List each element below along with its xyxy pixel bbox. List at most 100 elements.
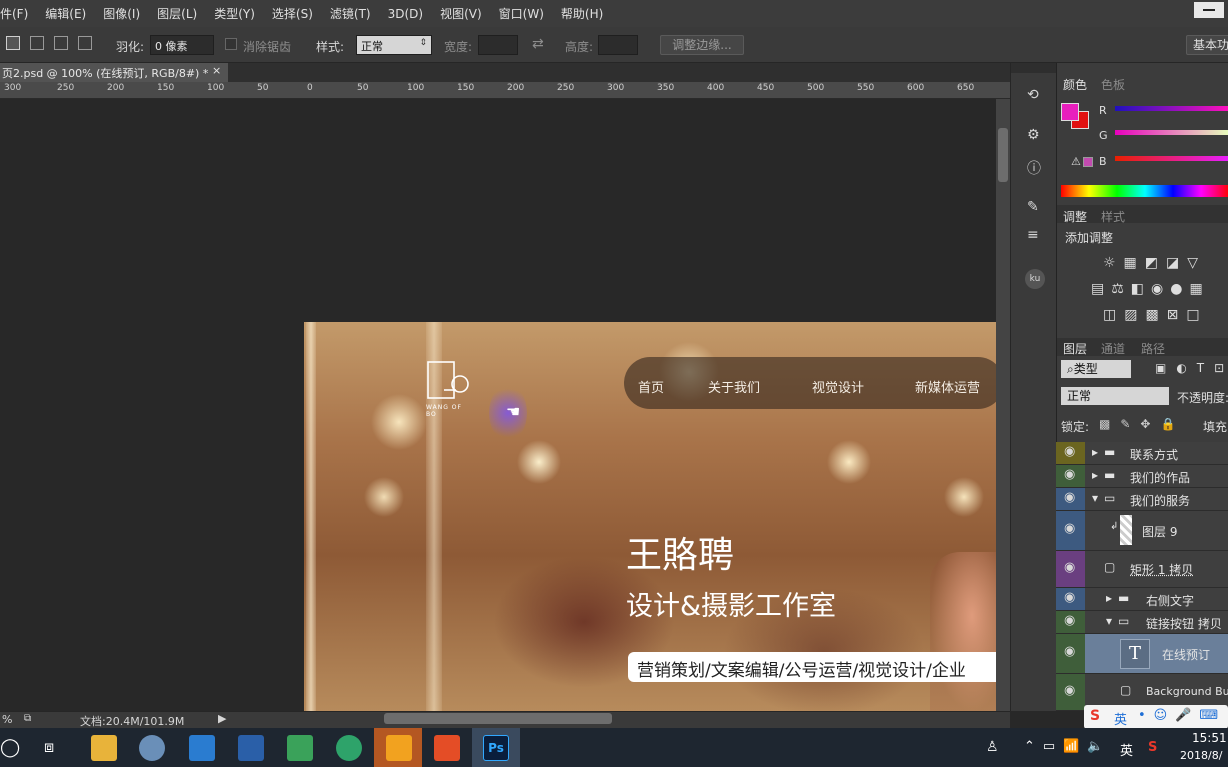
menu-filter[interactable]: 滤镜(T) [330,5,371,22]
close-icon[interactable]: × [212,64,221,77]
adjust-icon[interactable]: ≡ [1027,227,1039,243]
info-icon[interactable]: ⓘ [1027,158,1041,178]
visibility-eye-icon[interactable]: ◉ [1056,674,1085,710]
green-app-icon[interactable] [287,735,313,761]
document-tab[interactable]: 页2.psd @ 100% (在线预订, RGB/8#) * × [0,63,228,82]
tab-channels[interactable]: 通道 [1101,340,1125,357]
visibility-eye-icon[interactable]: ◉ [1056,588,1085,610]
layer-row[interactable]: ◉ ↲ 图层 9 [1056,511,1228,551]
subtract-selection-icon[interactable] [54,36,68,50]
nav-new-media[interactable]: 新媒体运营 [915,377,980,396]
new-selection-icon[interactable] [6,36,20,50]
ime-tool-icons[interactable]: •☺🎤⌨ [1138,708,1226,723]
layer-row[interactable]: ◉ ▸ ▬ 我们的作品 [1056,465,1228,488]
menu-3d[interactable]: 3D(D) [388,7,423,21]
nav-home[interactable]: 首页 [638,377,664,396]
horizontal-scroll-thumb[interactable] [384,713,612,724]
menu-type[interactable]: 类型(Y) [214,5,255,22]
zoom-level[interactable]: % [2,713,12,726]
menu-edit[interactable]: 编辑(E) [45,5,86,22]
menu-file[interactable]: 件(F) [0,5,28,22]
adjust-icons-row-3[interactable]: ◫▨▩⊠□ [1103,307,1208,323]
height-input[interactable] [598,35,638,55]
tab-swatches[interactable]: 色板 [1101,76,1125,93]
clock-date[interactable]: 2018/8/ [1180,749,1222,762]
properties-icon[interactable]: ⚙ [1027,127,1040,143]
status-options-icon[interactable]: ⧉ [24,713,31,724]
layer-row[interactable]: ◉ ▾ ▭ 链接按钮 拷贝 [1056,611,1228,634]
feather-input[interactable]: 0 像素 [150,35,214,55]
vertical-scroll-thumb[interactable] [998,128,1008,182]
status-menu-arrow-icon[interactable]: ▶ [218,712,226,725]
menu-select[interactable]: 选择(S) [272,5,313,22]
nav-about[interactable]: 关于我们 [708,377,760,396]
clock-time[interactable]: 15:51 [1192,731,1227,745]
tray-icons[interactable]: ⌃▭📶🔈 [1024,739,1112,754]
security-app-icon[interactable] [189,735,215,761]
add-selection-icon[interactable] [30,36,44,50]
antialias-checkbox[interactable] [225,38,237,50]
tab-color[interactable]: 颜色 [1063,76,1087,93]
cortana-icon[interactable]: ◯ [0,737,20,758]
swap-icon[interactable]: ⇄ [532,36,544,52]
g-slider[interactable] [1115,130,1228,135]
style-select[interactable]: 正常 ⇕ [356,35,432,55]
paint-app-icon[interactable] [139,735,165,761]
minimize-button[interactable] [1194,2,1224,18]
visibility-eye-icon[interactable]: ◉ [1056,634,1085,673]
input-language[interactable]: 英 [1120,740,1133,759]
vscode-icon[interactable] [238,735,264,761]
task-view-icon[interactable]: ⧈ [44,737,54,757]
ime-language-label[interactable]: 英 [1114,709,1127,728]
visibility-eye-icon[interactable]: ◉ [1056,442,1085,464]
vertical-scrollbar[interactable] [996,99,1010,711]
foreground-color-swatch[interactable] [1061,103,1079,121]
artboard-image[interactable]: WANG OF BO ☚ 首页 关于我们 视觉设计 新媒体运营 王賂聘 设计&摄… [304,322,996,711]
expand-arrow-icon[interactable]: ▸ [1092,468,1098,482]
adjust-icons-row-2[interactable]: ▤⚖◧◉●▦ [1091,281,1210,297]
r-slider[interactable] [1115,106,1228,111]
collapse-arrow-icon[interactable]: ▾ [1092,491,1098,505]
photoshop-icon[interactable]: Ps [483,735,509,761]
menu-image[interactable]: 图像(I) [103,5,140,22]
people-icon[interactable]: ♙ [986,739,999,755]
tab-layers[interactable]: 图层 [1063,340,1087,357]
layer-filter-select[interactable]: ⌕类型 [1061,360,1131,378]
gamut-swatch[interactable] [1083,157,1093,167]
visibility-eye-icon[interactable]: ◉ [1056,611,1085,633]
history-icon[interactable]: ⟲ [1027,87,1039,103]
layer-filter-icons[interactable]: ▣◐T⊡ [1155,361,1228,375]
blend-mode-select[interactable]: 正常 [1061,387,1169,405]
menu-window[interactable]: 窗口(W) [499,5,544,22]
layer-row[interactable]: ◉ ▸ ▬ 右侧文字 [1056,588,1228,611]
layer-row-selected[interactable]: ◉ T 在线预订 [1056,634,1228,674]
expand-arrow-icon[interactable]: ▸ [1106,591,1112,605]
nav-visual-design[interactable]: 视觉设计 [812,377,864,396]
intersect-selection-icon[interactable] [78,36,92,50]
menu-layer[interactable]: 图层(L) [157,5,197,22]
expand-arrow-icon[interactable]: ▸ [1092,445,1098,459]
tab-paths[interactable]: 路径 [1141,340,1165,357]
collapse-arrow-icon[interactable]: ▾ [1106,614,1112,628]
ime-toolbar[interactable]: S 英 •☺🎤⌨ [1084,705,1228,729]
visibility-eye-icon[interactable]: ◉ [1056,511,1085,550]
layer-row[interactable]: ◉ ▢ 矩形 1 拷贝 [1056,551,1228,588]
visibility-eye-icon[interactable]: ◉ [1056,488,1085,510]
workspace-button[interactable]: 基本功 [1186,35,1228,55]
refine-edge-button[interactable]: 调整边缘... [660,35,744,55]
ku-plugin-icon[interactable]: ku [1025,269,1045,289]
app-icon[interactable] [386,735,412,761]
visibility-eye-icon[interactable]: ◉ [1056,551,1085,587]
sogou-tray-icon[interactable]: S [1148,740,1157,755]
width-input[interactable] [478,35,518,55]
b-slider[interactable] [1115,156,1228,161]
tab-adjustments[interactable]: 调整 [1063,208,1087,225]
brush-icon[interactable]: ✎ [1027,199,1039,215]
menu-view[interactable]: 视图(V) [440,5,482,22]
visibility-eye-icon[interactable]: ◉ [1056,465,1085,487]
layer-row[interactable]: ◉ ▸ ▬ 联系方式 [1056,442,1228,465]
adjust-icons-row-1[interactable]: ☼▦◩◪▽ [1103,255,1206,271]
layer-row[interactable]: ◉ ▾ ▭ 我们的服务 [1056,488,1228,511]
lock-icons[interactable]: ▩✎✥🔒 [1099,417,1185,431]
html-editor-icon[interactable] [434,735,460,761]
